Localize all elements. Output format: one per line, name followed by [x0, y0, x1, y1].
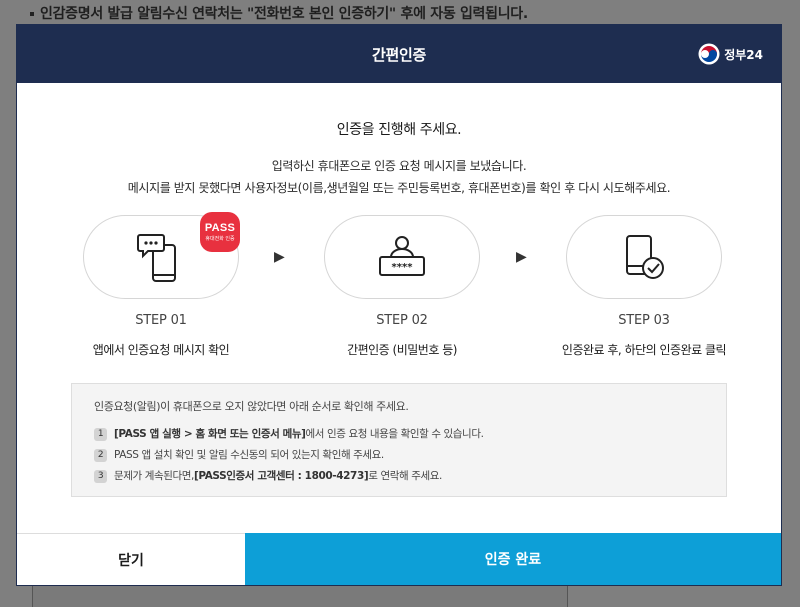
step-3-desc: 인증완료 후, 하단의 인증완료 클릭 [561, 343, 727, 357]
background-panel [32, 584, 568, 607]
step-1: PASS 휴대전화 인증 STEP 01 앱에서 인증요청 메시지 확인 [83, 212, 240, 358]
instruction-line-1: 입력하신 휴대폰으로 인증 요청 메시지를 보냈습니다. [271, 159, 527, 173]
item-text: 에서 인증 요청 내용을 확인할 수 있습니다. [305, 428, 484, 440]
step-2-circle: **** [324, 215, 480, 299]
step-1-circle: PASS 휴대전화 인증 [83, 212, 240, 299]
modal-header: 간편인증 정부24 [17, 25, 781, 83]
modal-body: 인증을 진행해 주세요. 입력하신 휴대폰으로 인증 요청 메시지를 보냈습니다… [17, 83, 781, 385]
list-item: 1 [PASS 앱 실행 > 홈 화면 또는 인증서 메뉴] 에서 인증 요청 … [94, 424, 704, 445]
step-3-label: STEP 03 [618, 313, 670, 328]
pass-badge-text: PASS [204, 222, 236, 234]
bullet [30, 12, 34, 16]
step-2-label: STEP 02 [376, 313, 428, 328]
step-2-desc: 간편인증 (비밀번호 등) [347, 343, 457, 357]
item-number: 2 [94, 449, 107, 462]
svg-text:****: **** [392, 262, 414, 273]
item-number: 3 [94, 470, 107, 483]
taegeuk-emblem-icon [698, 43, 720, 65]
instructions: 입력하신 휴대폰으로 인증 요청 메시지를 보냈습니다. 메시지를 받지 못했다… [17, 155, 781, 199]
modal-title: 간편인증 [371, 45, 426, 64]
headline: 인증을 진행해 주세요. [336, 122, 462, 138]
item-bold: [PASS인증서 고객센터 : 1800-4273] [193, 470, 369, 482]
phone-message-icon [137, 234, 176, 282]
pass-badge: PASS 휴대전화 인증 [200, 212, 240, 252]
logo-text: 정부24 [724, 47, 763, 62]
pass-badge-subtext: 휴대전화 인증 [205, 236, 235, 242]
gov24-logo: 정부24 [698, 42, 763, 66]
arrow-2-icon: ▶ [516, 249, 527, 265]
item-text-prefix: 문제가 계속된다면, [114, 470, 194, 482]
notice-text: 인감증명서 발급 알림수신 연락처는 "전화번호 본인 인증하기" 후에 자동 … [40, 6, 528, 22]
auth-complete-button[interactable]: 인증 완료 [245, 533, 781, 585]
step-3-circle [566, 215, 722, 299]
phone-check-icon [626, 235, 664, 279]
troubleshoot-list: 1 [PASS 앱 실행 > 홈 화면 또는 인증서 메뉴] 에서 인증 요청 … [94, 424, 704, 487]
step-1-label: STEP 01 [135, 313, 187, 328]
step-2: **** STEP 02 간편인증 (비밀번호 등) [324, 215, 480, 358]
item-text: PASS 앱 설치 확인 및 알림 수신동의 되어 있는지 확인해 주세요. [114, 449, 384, 461]
item-bold: [PASS 앱 실행 > 홈 화면 또는 인증서 메뉴] [114, 428, 306, 440]
steps-row: PASS 휴대전화 인증 STEP 01 앱에서 인증요청 메시지 확인 ▶ *… [17, 212, 781, 385]
troubleshoot-box: 인증요청(알림)이 휴대폰으로 오지 않았다면 아래 순서로 확인해 주세요. … [71, 383, 727, 497]
item-number: 1 [94, 428, 107, 441]
list-item: 2 PASS 앱 설치 확인 및 알림 수신동의 되어 있는지 확인해 주세요. [94, 445, 704, 466]
step-3: STEP 03 인증완료 후, 하단의 인증완료 클릭 [562, 215, 727, 358]
close-button[interactable]: 닫기 [17, 533, 245, 585]
instruction-line-2: 메시지를 받지 못했다면 사용자정보(이름,생년월일 또는 주민등록번호, 휴대… [127, 181, 671, 195]
troubleshoot-title: 인증요청(알림)이 휴대폰으로 오지 않았다면 아래 순서로 확인해 주세요. [94, 400, 409, 413]
background-notice: 인감증명서 발급 알림수신 연락처는 "전화번호 본인 인증하기" 후에 자동 … [0, 0, 800, 24]
item-text: 로 연락해 주세요. [368, 470, 442, 482]
step-1-desc: 앱에서 인증요청 메시지 확인 [92, 343, 230, 357]
user-password-icon: **** [379, 236, 425, 276]
modal-footer: 닫기 인증 완료 [17, 533, 781, 585]
arrow-1-icon: ▶ [274, 249, 285, 265]
auth-modal: 간편인증 정부24 인증을 진행해 주세요. 입력하신 휴대폰으로 인증 요청 … [16, 24, 782, 586]
list-item: 3 문제가 계속된다면, [PASS인증서 고객센터 : 1800-4273] … [94, 466, 704, 487]
